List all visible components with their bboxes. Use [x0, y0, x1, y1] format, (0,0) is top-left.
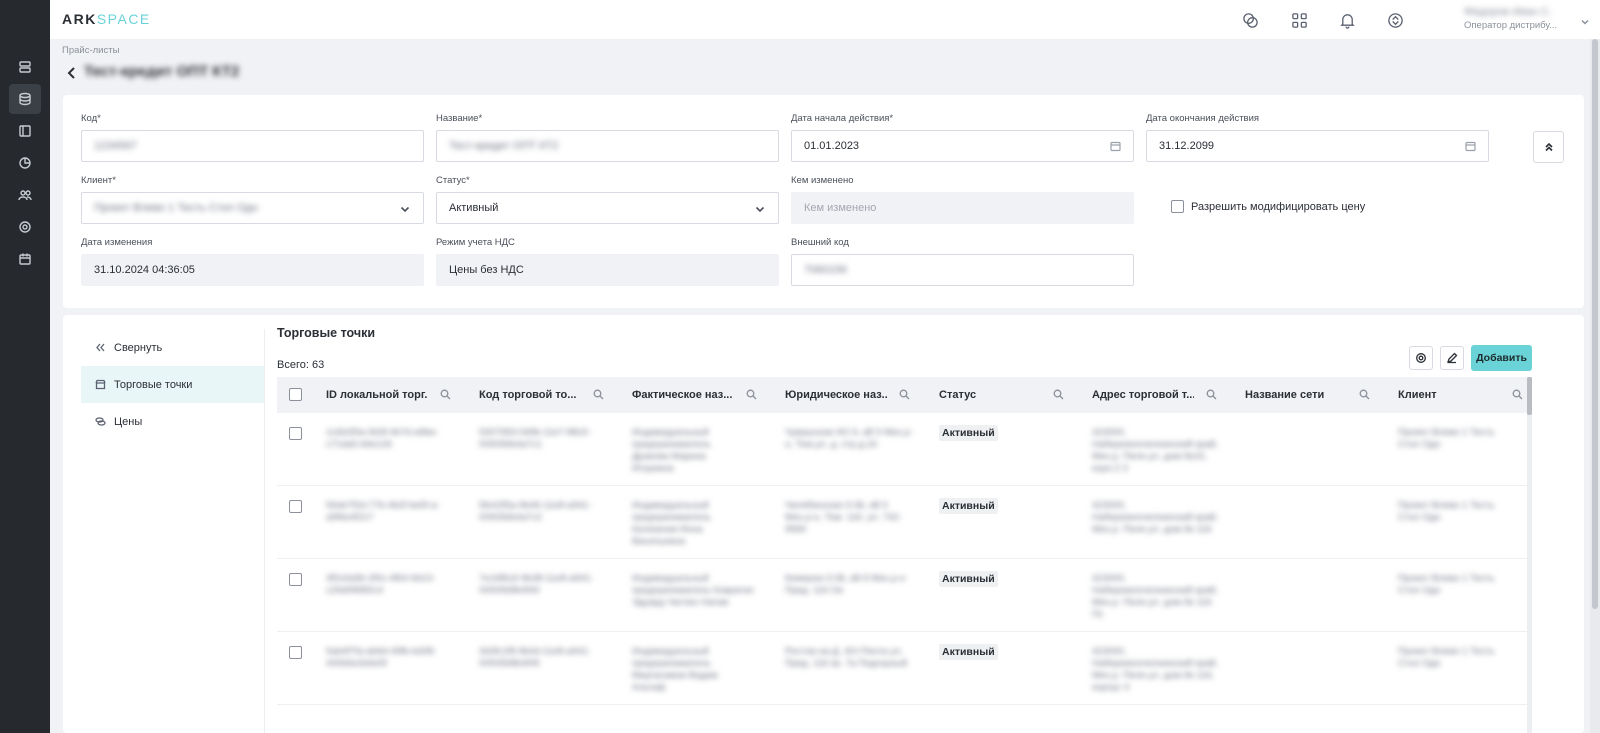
pencil-icon	[1446, 352, 1458, 364]
table-settings-button[interactable]	[1409, 346, 1433, 370]
user-role: Оператор дистрибу...	[1464, 20, 1558, 31]
double-chevron-left-icon	[96, 343, 105, 352]
table-row[interactable]: 56de7f2d-77b-4b2f-be5f-a-a9f6e4f217 5fe4…	[277, 486, 1527, 559]
start-date-input[interactable]: 01.01.2023	[791, 130, 1134, 162]
search-icon[interactable]	[1053, 389, 1064, 403]
nav-item-prices[interactable]: Цены	[81, 403, 264, 440]
calendar-icon[interactable]	[9, 244, 41, 274]
external-code-field: Внешний код 7060156	[791, 237, 1134, 286]
table-row[interactable]: 1c6b2f0a-9d3f-4b7d-a9be-c71da5-b6e126 53…	[277, 413, 1527, 486]
edit-button[interactable]	[1440, 346, 1464, 370]
code-field: Код* 1234567	[81, 113, 424, 162]
end-date-field: Дата окончания действия 31.12.2099	[1146, 113, 1489, 162]
total-count: Всего: 63	[277, 359, 325, 371]
search-icon[interactable]	[440, 389, 451, 403]
database-icon[interactable]	[9, 84, 41, 114]
client-select[interactable]: Проект Влево 1 Тесть Стол Одн	[81, 192, 424, 224]
add-button[interactable]: Добавить	[1471, 345, 1532, 371]
changed-by-input: Кем изменено	[791, 192, 1134, 224]
status-field: Статус* Активный	[436, 175, 779, 224]
row-checkbox[interactable]	[289, 427, 302, 440]
status-badge: Активный	[939, 571, 998, 587]
sync-icon[interactable]	[1385, 10, 1405, 30]
search-icon[interactable]	[1206, 389, 1217, 403]
changed-at-input: 31.10.2024 04:36:05	[81, 254, 424, 286]
brand-logo[interactable]: ARKSPACE	[62, 11, 151, 27]
breadcrumb[interactable]: Прайс-листы	[62, 45, 119, 56]
chat-icon[interactable]	[1240, 10, 1260, 30]
select-all-checkbox[interactable]	[289, 388, 302, 401]
client-field: Клиент* Проект Влево 1 Тесть Стол Одн	[81, 175, 424, 224]
calendar-icon[interactable]	[1110, 141, 1121, 155]
outlets-table: ID локальной торг... Код торговой то... …	[277, 377, 1527, 705]
nav-item-outlets[interactable]: Торговые точки	[81, 366, 264, 403]
gear-icon[interactable]	[9, 212, 41, 242]
details-panel: Свернуть Торговые точки Цены Торговые то…	[63, 315, 1584, 733]
user-name: Фёдоров Иван С.	[1464, 6, 1553, 18]
table-header: ID локальной торг... Код торговой то... …	[277, 377, 1527, 413]
vat-mode-input: Цены без НДС	[436, 254, 779, 286]
status-badge: Активный	[939, 498, 998, 514]
search-icon[interactable]	[593, 389, 604, 403]
column-header[interactable]: Юридическое наз...	[785, 377, 938, 413]
collapse-form-button[interactable]	[1533, 131, 1564, 163]
changed-by-field: Кем изменено Кем изменено	[791, 175, 1134, 224]
allow-modify-price-checkbox[interactable]: Разрешить модифицировать цену	[1171, 200, 1365, 213]
apps-grid-icon[interactable]	[1289, 10, 1309, 30]
changed-at-field: Дата изменения 31.10.2024 04:36:05	[81, 237, 424, 286]
chevron-down-icon	[754, 203, 766, 218]
calendar-icon[interactable]	[1465, 141, 1476, 155]
row-checkbox[interactable]	[289, 500, 302, 513]
table-scrollbar[interactable]	[1527, 377, 1532, 733]
top-bar: ARKSPACE Фёдоров Иван С. Оператор дистри…	[50, 0, 1600, 39]
server-icon[interactable]	[9, 52, 41, 82]
book-icon[interactable]	[9, 116, 41, 146]
column-header[interactable]: Адрес торговой т...	[1092, 377, 1245, 413]
pie-chart-icon[interactable]	[9, 148, 41, 178]
end-date-input[interactable]: 31.12.2099	[1146, 130, 1489, 162]
left-rail	[0, 0, 50, 733]
search-icon[interactable]	[899, 389, 910, 403]
status-select[interactable]: Активный	[436, 192, 779, 224]
bell-icon[interactable]	[1337, 10, 1357, 30]
search-icon[interactable]	[1512, 389, 1523, 403]
external-code-input[interactable]: 7060156	[791, 254, 1134, 286]
checkbox[interactable]	[1171, 200, 1184, 213]
column-header[interactable]: Статус	[939, 377, 1092, 413]
status-badge: Активный	[939, 644, 998, 660]
users-icon[interactable]	[9, 180, 41, 210]
table-row[interactable]: 5ab4f7fa-ab6d-49fb-bd38-440b5e3d4e5f 3d3…	[277, 632, 1527, 705]
back-arrow-icon[interactable]	[66, 66, 78, 80]
chevron-down-icon	[399, 203, 411, 218]
name-input[interactable]: Тест-кредит ОПТ КТ2	[436, 130, 779, 162]
column-header[interactable]: ID локальной торг...	[326, 377, 479, 413]
user-menu[interactable]: Фёдоров Иван С. Оператор дистрибу...	[1464, 6, 1584, 31]
store-icon	[95, 379, 106, 390]
start-date-field: Дата начала действия* 01.01.2023	[791, 113, 1134, 162]
gear-icon	[1416, 353, 1426, 363]
column-header[interactable]: Клиент	[1398, 377, 1527, 413]
column-header[interactable]: Название сети	[1245, 377, 1398, 413]
column-header[interactable]: Фактическое наз...	[632, 377, 785, 413]
page-title: Тест-кредит ОПТ КТ2	[84, 63, 240, 80]
chevrons-up-icon	[1544, 142, 1553, 152]
section-title: Торговые точки	[277, 326, 376, 340]
coins-icon	[95, 417, 106, 426]
price-list-form: Код* 1234567 Название* Тест-кредит ОПТ К…	[63, 95, 1584, 308]
table-row[interactable]: 3f0c6a9b-2f0c-4f64-9d13-c29d0f68f2c4 7e1…	[277, 559, 1527, 632]
search-icon[interactable]	[1359, 389, 1370, 403]
side-nav: Свернуть Торговые точки Цены	[81, 329, 264, 440]
column-header[interactable]: Код торговой то...	[479, 377, 632, 413]
collapse-nav-button[interactable]: Свернуть	[81, 329, 264, 366]
code-input[interactable]: 1234567	[81, 130, 424, 162]
status-badge: Активный	[939, 425, 998, 441]
vat-mode-field: Режим учета НДС Цены без НДС	[436, 237, 779, 286]
row-checkbox[interactable]	[289, 573, 302, 586]
chevron-down-icon[interactable]	[1580, 14, 1590, 32]
search-icon[interactable]	[746, 389, 757, 403]
name-field: Название* Тест-кредит ОПТ КТ2	[436, 113, 779, 162]
page-scrollbar[interactable]	[1590, 39, 1600, 733]
row-checkbox[interactable]	[289, 646, 302, 659]
